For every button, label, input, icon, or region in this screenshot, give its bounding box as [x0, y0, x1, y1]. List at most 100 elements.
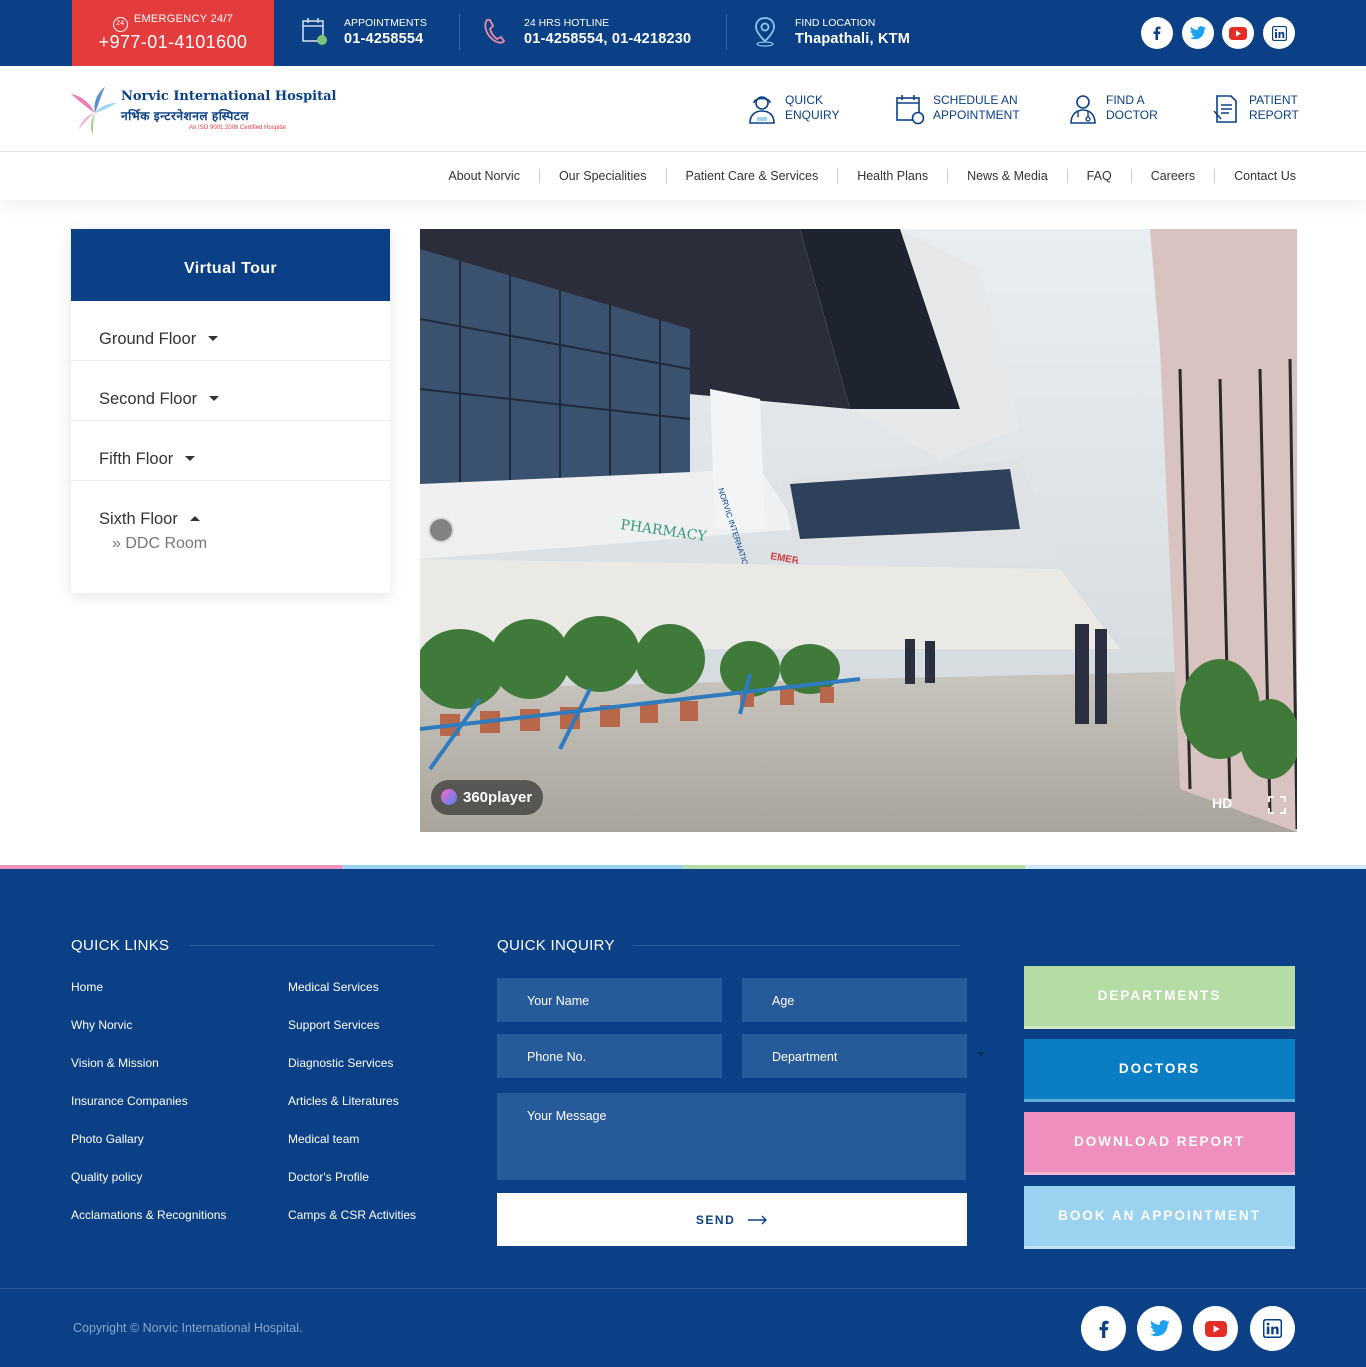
linkedin-icon[interactable] — [1250, 1306, 1295, 1351]
nav-patient-care[interactable]: Patient Care & Services — [667, 169, 839, 183]
nav-our-specialities[interactable]: Our Specialities — [540, 169, 667, 183]
doctors-button[interactable]: DOCTORS — [1024, 1039, 1295, 1102]
nav-about-norvic[interactable]: About Norvic — [429, 169, 540, 183]
location-value: Thapathali, KTM — [795, 31, 910, 47]
divider — [459, 14, 460, 50]
quick-link[interactable]: Home — [71, 980, 103, 994]
find-doctor-line2: DOCTOR — [1106, 108, 1158, 122]
logo-name: Norvic International Hospital — [121, 89, 337, 104]
butterfly-logo-icon — [71, 87, 117, 135]
hotline-numbers: 01-4258554, 01-4218230 — [524, 31, 692, 47]
fullscreen-icon[interactable] — [1268, 796, 1286, 814]
quick-enquiry-line2: ENQUIRY — [785, 108, 840, 122]
floor-label: Second Floor — [99, 390, 198, 408]
linkedin-icon[interactable] — [1263, 17, 1295, 49]
floor-sixth[interactable]: Sixth Floor » DDC Room — [71, 481, 390, 581]
hospital-panorama-image: NORVIC INTERNATIONAL HOSPITAL PHARMACY E… — [420, 229, 1297, 832]
virtual-tour-viewer[interactable]: NORVIC INTERNATIONAL HOSPITAL PHARMACY E… — [420, 229, 1297, 832]
footer-divider — [0, 1288, 1366, 1289]
youtube-icon[interactable] — [1222, 17, 1254, 49]
emergency-box[interactable]: 24 EMERGENCY 24/7 +977-01-4101600 — [72, 0, 274, 66]
quick-link[interactable]: Vision & Mission — [71, 1056, 159, 1070]
top-bar: 24 EMERGENCY 24/7 +977-01-4101600 APPOINT… — [0, 0, 1366, 66]
caret-down-icon — [209, 396, 220, 401]
header: Norvic International Hospital नर्भिक इन्… — [0, 66, 1366, 152]
quick-link[interactable]: Quality policy — [71, 1170, 142, 1184]
clock-24-icon: 24 — [112, 17, 128, 32]
calendar-icon — [302, 18, 327, 45]
floor-label: Fifth Floor — [99, 450, 174, 468]
quick-link[interactable]: Medical Services — [288, 980, 379, 994]
360player-label: 360player — [463, 789, 533, 806]
location-info[interactable]: FIND LOCATION Thapathali, KTM — [755, 14, 910, 47]
youtube-icon[interactable] — [1193, 1306, 1238, 1351]
nav-faq[interactable]: FAQ — [1068, 169, 1132, 183]
patient-report-link[interactable]: PATIENT REPORT — [1213, 93, 1299, 123]
main-nav: About Norvic Our Specialities Patient Ca… — [0, 152, 1366, 200]
schedule-line2: APPOINTMENT — [933, 108, 1020, 122]
quick-link[interactable]: Support Services — [288, 1018, 379, 1032]
title-rule — [189, 945, 435, 946]
floor-second[interactable]: Second Floor — [71, 361, 390, 421]
patient-report-line1: PATIENT — [1249, 93, 1298, 107]
send-button[interactable]: SEND — [497, 1193, 967, 1246]
360player-logo-icon — [441, 789, 457, 805]
doctor-icon — [1070, 95, 1096, 124]
hd-toggle[interactable]: HD — [1212, 795, 1232, 811]
book-appointment-button[interactable]: BOOK AN APPOINTMENT — [1024, 1186, 1295, 1249]
download-report-button[interactable]: DOWNLOAD REPORT — [1024, 1112, 1295, 1175]
twitter-icon[interactable] — [1182, 17, 1214, 49]
quick-link[interactable]: Camps & CSR Activities — [288, 1208, 416, 1222]
departments-button[interactable]: DEPARTMENTS — [1024, 966, 1295, 1029]
quick-link[interactable]: Medical team — [288, 1132, 359, 1146]
quick-link[interactable]: Photo Gallary — [71, 1132, 144, 1146]
find-doctor-link[interactable]: FIND A DOCTOR — [1070, 93, 1158, 124]
arrow-right-icon — [748, 1215, 768, 1225]
message-textarea[interactable]: Your Message — [497, 1093, 966, 1180]
copyright: Copyright © Norvic International Hospita… — [73, 1321, 303, 1335]
emergency-label: EMERGENCY 24/7 — [133, 13, 234, 25]
schedule-appointment-link[interactable]: SCHEDULE AN APPOINTMENT — [896, 93, 1020, 125]
nav-contact-us[interactable]: Contact Us — [1215, 169, 1296, 183]
appointments-info[interactable]: APPOINTMENTS 01-4258554 — [302, 14, 427, 47]
phone-icon — [484, 19, 506, 44]
headset-person-icon — [749, 96, 775, 124]
emergency-number[interactable]: +977-01-4101600 — [72, 32, 274, 53]
nav-news-media[interactable]: News & Media — [948, 169, 1068, 183]
phone-input[interactable]: Phone No. — [497, 1034, 722, 1078]
patient-report-line2: REPORT — [1249, 108, 1299, 122]
facebook-icon[interactable] — [1081, 1306, 1126, 1351]
location-pin-icon — [755, 17, 775, 47]
find-doctor-line1: FIND A — [1106, 93, 1145, 107]
nav-careers[interactable]: Careers — [1132, 169, 1216, 183]
compass-icon[interactable] — [428, 517, 454, 543]
quick-link[interactable]: Acclamations & Recognitions — [71, 1208, 226, 1222]
name-input[interactable]: Your Name — [497, 978, 722, 1022]
hotline-info[interactable]: 24 HRS HOTLINE 01-4258554, 01-4218230 — [484, 14, 692, 47]
virtual-tour-sidebar: Virtual Tour Ground Floor Second Floor F… — [71, 229, 390, 593]
floor-fifth[interactable]: Fifth Floor — [71, 421, 390, 481]
quick-link[interactable]: Doctor's Profile — [288, 1170, 369, 1184]
nav-health-plans[interactable]: Health Plans — [838, 169, 949, 183]
ddc-room-link[interactable]: » DDC Room — [112, 535, 207, 553]
floor-ground[interactable]: Ground Floor — [71, 301, 390, 361]
department-select[interactable]: Department — [742, 1034, 967, 1078]
age-input[interactable]: Age — [742, 978, 967, 1022]
hotline-label: 24 HRS HOTLINE — [524, 17, 610, 29]
facebook-icon[interactable] — [1141, 17, 1173, 49]
quick-link[interactable]: Articles & Literatures — [288, 1094, 399, 1108]
twitter-icon[interactable] — [1137, 1306, 1182, 1351]
schedule-line1: SCHEDULE AN — [933, 93, 1018, 107]
appointments-number: 01-4258554 — [344, 31, 424, 47]
quick-links-title: QUICK LINKS — [71, 937, 170, 954]
quick-link[interactable]: Insurance Companies — [71, 1094, 188, 1108]
hospital-logo[interactable]: Norvic International Hospital नर्भिक इन्… — [71, 83, 337, 137]
quick-inquiry-title: QUICK INQUIRY — [497, 937, 615, 954]
quick-link[interactable]: Diagnostic Services — [288, 1056, 393, 1070]
divider — [726, 14, 727, 50]
quick-link[interactable]: Why Norvic — [71, 1018, 132, 1032]
360player-badge[interactable]: 360player — [431, 780, 543, 815]
chevron-down-icon — [977, 1052, 985, 1057]
location-label: FIND LOCATION — [795, 17, 876, 29]
quick-enquiry-link[interactable]: QUICK ENQUIRY — [749, 93, 840, 124]
